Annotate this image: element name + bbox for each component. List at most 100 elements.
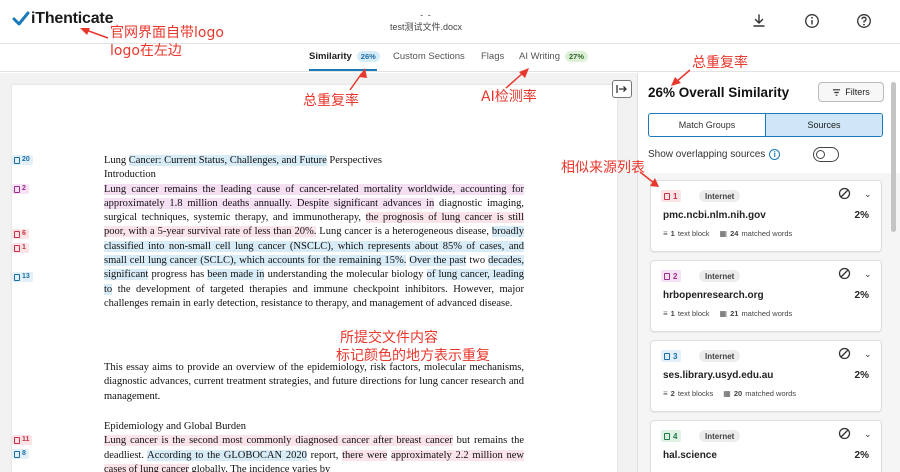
source-number: 2 xyxy=(673,271,678,281)
match-badge-number: 20 xyxy=(22,156,30,163)
source-name: hrbopenresearch.org xyxy=(663,290,764,301)
chevron-down-icon[interactable]: ⌄ xyxy=(864,189,872,200)
panel-scrollbar[interactable] xyxy=(891,82,896,232)
similarity-percent-pill: 26% xyxy=(356,51,380,62)
toggle-knob xyxy=(816,149,825,159)
source-percent: 2% xyxy=(854,370,869,381)
text-block-count: 1 xyxy=(670,309,675,318)
source-type-pill: Internet xyxy=(699,430,741,442)
match-badge[interactable]: 1 xyxy=(12,243,29,253)
download-icon[interactable] xyxy=(751,13,767,29)
source-number-badge: 1 xyxy=(661,190,682,202)
highlighted-match[interactable]: been made in xyxy=(207,269,265,281)
source-number: 1 xyxy=(673,191,678,201)
match-badge[interactable]: 13 xyxy=(12,272,33,282)
overlapping-sources-toggle[interactable] xyxy=(813,147,839,162)
annotation-sources-list: 相似来源列表 xyxy=(561,160,645,176)
chevron-down-icon[interactable]: ⌄ xyxy=(864,429,872,440)
source-percent: 2% xyxy=(854,210,869,221)
filters-button[interactable]: Filters xyxy=(818,82,884,102)
plain-text: understanding the molecular biology xyxy=(264,269,427,281)
source-meta: ≡ 1 text block ▦ 24 matched words xyxy=(663,229,802,238)
matched-words-label: matched words xyxy=(745,389,797,398)
source-card[interactable]: 2 Internet ⌄ hrbopenresearch.org 2% ≡ 1 text bl… xyxy=(650,260,882,332)
annotation-similarity-rate: 总重复率 xyxy=(303,93,359,109)
matched-words-icon: ▦ xyxy=(723,389,731,398)
view-toggle: Match Groups Sources xyxy=(648,113,883,137)
section-heading: Epidemiology and Global Burden xyxy=(104,421,247,432)
tab-ai-writing-label: AI Writing xyxy=(519,51,561,62)
tab-custom-sections[interactable]: Custom Sections xyxy=(393,51,465,62)
match-badge[interactable]: 20 xyxy=(12,155,33,165)
match-badge[interactable]: 2 xyxy=(12,184,29,194)
source-type-pill: Internet xyxy=(699,350,741,362)
highlighted-match[interactable]: of lung cancer, xyxy=(426,269,494,281)
document-icon xyxy=(664,432,670,440)
exclude-source-icon[interactable] xyxy=(838,187,851,200)
source-percent: 2% xyxy=(854,290,869,301)
highlighted-match[interactable]: there were xyxy=(342,449,388,461)
matched-words-count: 20 xyxy=(733,389,743,398)
match-badge-number: 2 xyxy=(22,185,26,192)
exclude-source-icon[interactable] xyxy=(838,427,851,440)
chevron-down-icon[interactable]: ⌄ xyxy=(864,269,872,280)
source-number: 3 xyxy=(673,351,678,361)
document-icon xyxy=(14,244,20,252)
plain-text: globally. The incidence varies by xyxy=(188,463,331,472)
document-icon xyxy=(664,272,670,280)
tab-custom-sections-label: Custom Sections xyxy=(393,51,465,62)
match-groups-button[interactable]: Match Groups xyxy=(649,114,765,136)
source-type-pill: Internet xyxy=(699,270,741,282)
source-type-pill: Internet xyxy=(699,190,741,202)
text-block-icon: ≡ xyxy=(663,389,668,398)
source-meta: ≡ 2 text blocks ▦ 20 matched words xyxy=(663,389,806,398)
expand-panel-button[interactable] xyxy=(612,80,632,98)
exclude-source-icon[interactable] xyxy=(838,267,851,280)
info-icon[interactable] xyxy=(804,13,820,29)
tab-ai-writing[interactable]: AI Writing 27% xyxy=(519,51,589,62)
info-icon[interactable]: i xyxy=(769,149,781,160)
match-badge[interactable]: 6 xyxy=(12,229,29,239)
ai-writing-percent-pill: 27% xyxy=(565,51,589,62)
annotation-logo-line2: logo在左边 xyxy=(110,43,182,59)
source-name: ses.library.usyd.edu.au xyxy=(663,370,774,381)
tab-flags[interactable]: Flags xyxy=(481,51,504,62)
document-icon xyxy=(14,436,20,444)
plain-text: Lung cancer is a heterogeneous disease, xyxy=(316,226,492,238)
annotation-submitted-content: 所提交文件内容 xyxy=(340,330,438,346)
sources-button[interactable]: Sources xyxy=(765,114,882,136)
document-icon xyxy=(14,156,20,164)
source-name: pmc.ncbi.nlm.nih.gov xyxy=(663,210,766,221)
match-badge-number: 13 xyxy=(22,273,30,280)
source-number-badge: 3 xyxy=(661,350,682,362)
source-number: 4 xyxy=(673,431,678,441)
chevron-down-icon[interactable]: ⌄ xyxy=(864,349,872,360)
document-heading: Lung Cancer: Current Status, Challenges,… xyxy=(104,154,524,168)
matched-words-label: matched words xyxy=(741,229,793,238)
document-text: This essay aims to provide an overview o… xyxy=(104,361,524,404)
annotation-logo-line1: 官网界面自带logo xyxy=(110,25,224,41)
source-number-badge: 2 xyxy=(661,270,682,282)
highlighted-match[interactable]: Cancer: Current Status, Challenges, and … xyxy=(128,155,327,166)
panel-header: 26% Overall Similarity Filters Match Gro… xyxy=(638,73,900,173)
section-heading: Introduction xyxy=(104,169,156,181)
highlighted-match[interactable]: Over the past xyxy=(409,255,467,267)
source-card[interactable]: 1 Internet ⌄ pmc.ncbi.nlm.nih.gov 2% ≡ 1 text b… xyxy=(650,180,882,252)
overlapping-sources-label: Show overlapping sources xyxy=(648,149,766,160)
highlighted-match[interactable]: Lung cancer is the second most commonly … xyxy=(104,435,453,447)
document-icon xyxy=(664,352,670,360)
highlighted-match[interactable]: According to the GLOBOCAN 2020 xyxy=(147,449,307,461)
tab-similarity[interactable]: Similarity 26% xyxy=(309,51,380,62)
plain-text: two xyxy=(466,255,489,267)
matched-words-count: 24 xyxy=(730,229,739,238)
help-icon[interactable] xyxy=(856,13,872,29)
expand-arrow-icon xyxy=(616,85,627,93)
exclude-source-icon[interactable] xyxy=(838,347,851,360)
match-badge[interactable]: 11 xyxy=(12,435,33,445)
source-card[interactable]: 4 Internet ⌄ hal.science 2% xyxy=(650,420,882,472)
source-card[interactable]: 3 Internet ⌄ ses.library.usyd.edu.au 2% ≡ 2 tex… xyxy=(650,340,882,412)
overlapping-sources-row: Show overlapping sources i xyxy=(648,149,781,160)
match-badge[interactable]: 8 xyxy=(12,449,29,459)
document-icon xyxy=(14,185,20,193)
text-block-count: 1 xyxy=(670,229,675,238)
